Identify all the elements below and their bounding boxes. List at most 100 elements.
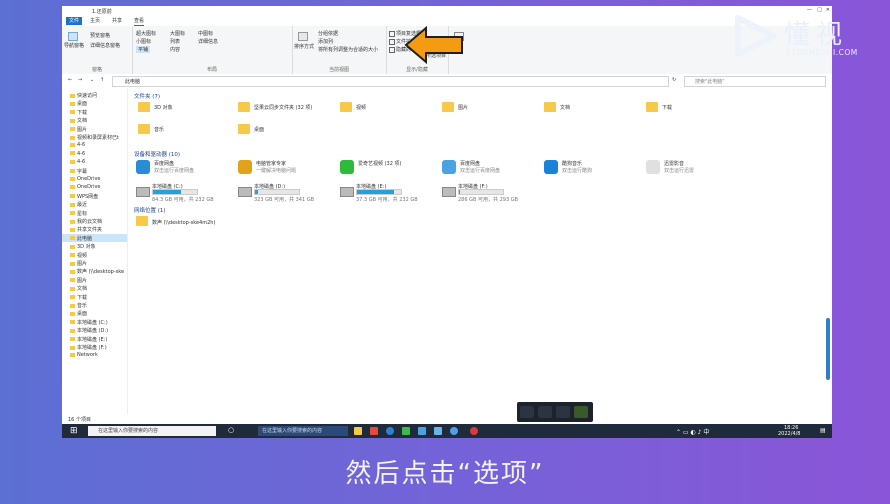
back-icon[interactable]: ← xyxy=(68,77,72,83)
devices-header[interactable]: 设备和驱动器 (10) xyxy=(134,150,180,158)
folder-item[interactable]: 图片 xyxy=(458,104,468,111)
nav-item[interactable]: Network xyxy=(70,352,98,358)
preview-pane-button[interactable]: 预览窗格 xyxy=(90,32,110,39)
add-column-button[interactable]: 添加列 xyxy=(318,38,333,45)
nav-item[interactable]: 4-6 xyxy=(70,159,85,165)
nav-item[interactable]: 3D 对象 xyxy=(70,243,96,250)
task-view-icon[interactable]: ○ xyxy=(228,426,234,434)
menu-file[interactable]: 文件 xyxy=(66,17,82,25)
nav-item[interactable]: 最近 xyxy=(70,201,87,208)
layout-tiles[interactable]: 平铺 xyxy=(136,46,151,53)
layout-xl-icons[interactable]: 超大图标 xyxy=(136,30,156,37)
nav-item[interactable]: 图片 xyxy=(70,277,87,284)
layout-medium-icons[interactable]: 中图标 xyxy=(198,30,213,37)
nav-item[interactable]: OneDrive xyxy=(70,176,101,182)
nav-item[interactable]: OneDrive xyxy=(70,184,101,190)
app-icon[interactable] xyxy=(418,427,426,435)
forward-icon[interactable]: → xyxy=(78,77,82,83)
nav-item[interactable]: 文档 xyxy=(70,285,87,292)
nav-item[interactable]: 共享文件夹 xyxy=(70,226,102,233)
refresh-icon[interactable]: ↻ xyxy=(672,77,676,83)
app-name[interactable]: 百度网盘 xyxy=(460,160,480,167)
toolbar-button[interactable] xyxy=(520,406,534,418)
app-name[interactable]: 迅雷影音 xyxy=(664,160,684,167)
layout-large-icons[interactable]: 大图标 xyxy=(170,30,185,37)
nav-item[interactable]: 图片 xyxy=(70,260,87,267)
app-icon[interactable] xyxy=(450,427,458,435)
file-explorer-icon[interactable] xyxy=(354,427,362,435)
taskbar-search[interactable]: 在这里输入你要搜索的内容 xyxy=(88,426,216,436)
scrollbar[interactable] xyxy=(826,318,830,380)
nav-item[interactable]: WPS网盘 xyxy=(70,193,98,200)
nav-item[interactable]: 视频 xyxy=(70,252,87,259)
nav-item[interactable]: 4-6 xyxy=(70,151,85,157)
nav-item[interactable]: 本地磁盘 (E:) xyxy=(70,336,107,343)
nav-item[interactable]: 桌面 xyxy=(70,310,87,317)
nav-item[interactable]: 本地磁盘 (D:) xyxy=(70,327,108,334)
nav-item[interactable]: 字幕 xyxy=(70,168,87,175)
nav-item[interactable]: 快速访问 xyxy=(70,92,97,99)
folder-item[interactable]: 文档 xyxy=(560,104,570,111)
layout-list[interactable]: 列表 xyxy=(170,38,180,45)
search-input[interactable]: 搜索"此电脑" xyxy=(684,76,826,87)
nav-item[interactable]: 下载 xyxy=(70,294,87,301)
nav-item[interactable]: 本地磁盘 (C:) xyxy=(70,319,108,326)
network-location[interactable]: 数声 (\\desktop-ske4m2h) xyxy=(152,219,215,226)
chevron-down-icon[interactable]: ⌄ xyxy=(90,77,94,83)
tray-icons[interactable]: ⌃ ▭ ◐ ♪ 中 xyxy=(676,427,709,436)
folder-item[interactable]: 音乐 xyxy=(154,126,164,133)
app-name[interactable]: 爱奇艺视频 (32 项) xyxy=(358,160,401,167)
nav-item[interactable]: 此电脑 xyxy=(70,235,92,242)
folder-item[interactable]: 坚果云同步文件夹 (32 项) xyxy=(254,104,312,111)
folder-item[interactable]: 视频 xyxy=(356,104,366,111)
toolbar-button[interactable] xyxy=(574,406,588,418)
checkbox-icon[interactable] xyxy=(389,30,395,37)
toolbar-button[interactable] xyxy=(556,406,570,418)
sort-by-button[interactable]: 排序方式 xyxy=(294,43,314,50)
taskbar-search-box-2[interactable]: 在这里输入你要搜索的内容 xyxy=(258,426,348,436)
app-icon[interactable] xyxy=(434,427,442,435)
clock-date[interactable]: 2022/4/8 xyxy=(778,431,800,437)
nav-item[interactable]: 下载 xyxy=(70,109,87,116)
network-header[interactable]: 网络位置 (1) xyxy=(134,206,166,214)
folder-item[interactable]: 桌面 xyxy=(254,126,264,133)
notification-icon[interactable]: ▤ xyxy=(820,427,826,434)
app-name[interactable]: 百度网盘 xyxy=(154,160,174,167)
layout-small-icons[interactable]: 小图标 xyxy=(136,38,151,45)
toolbar-button[interactable] xyxy=(538,406,552,418)
windows-start-icon[interactable]: ⊞ xyxy=(70,426,78,436)
nav-item[interactable]: 4-6 xyxy=(70,142,85,148)
sort-icon[interactable] xyxy=(298,32,308,41)
wechat-icon[interactable] xyxy=(402,427,410,435)
nav-item[interactable]: 视频和录屏素材已t xyxy=(70,134,119,141)
nav-item[interactable]: 文档 xyxy=(70,117,87,124)
nav-item[interactable]: 数声 (\\desktop-ske xyxy=(70,268,124,275)
checkbox-icon[interactable] xyxy=(389,46,395,53)
minimize-icon[interactable]: — xyxy=(807,7,812,13)
app-name[interactable]: 电脑管家专家 xyxy=(256,160,286,167)
nav-item[interactable]: 音乐 xyxy=(70,302,87,309)
close-icon[interactable]: ✕ xyxy=(826,7,830,13)
layout-details[interactable]: 详细信息 xyxy=(198,38,218,45)
group-by-button[interactable]: 分组依据 xyxy=(318,30,338,37)
layout-content[interactable]: 内容 xyxy=(170,46,180,53)
edge-icon[interactable] xyxy=(386,427,394,435)
folder-item[interactable]: 下载 xyxy=(662,104,672,111)
details-pane-button[interactable]: 详细信息窗格 xyxy=(90,42,120,49)
maximize-icon[interactable]: □ xyxy=(817,7,822,13)
nav-item[interactable]: 本地磁盘 (F:) xyxy=(70,344,107,351)
app-name[interactable]: 酷狗音乐 xyxy=(562,160,582,167)
fit-columns-button[interactable]: 将所有列调整为合适的大小 xyxy=(318,46,378,53)
folder-item[interactable]: 3D 对象 xyxy=(154,104,173,111)
nav-pane-button[interactable]: 导航窗格 xyxy=(64,42,84,49)
nav-item[interactable]: 我的云文档 xyxy=(70,218,102,225)
nav-pane-icon[interactable] xyxy=(68,32,78,41)
folders-header[interactable]: 文件夹 (7) xyxy=(134,92,160,100)
address-field[interactable]: 此电脑 xyxy=(112,76,669,87)
up-icon[interactable]: ↑ xyxy=(100,77,104,83)
menu-view[interactable]: 查看 xyxy=(134,17,145,26)
nav-item[interactable]: 星标 xyxy=(70,210,87,217)
record-icon[interactable] xyxy=(470,427,478,435)
app-icon[interactable] xyxy=(370,427,378,435)
nav-item[interactable]: 桌面 xyxy=(70,100,87,107)
